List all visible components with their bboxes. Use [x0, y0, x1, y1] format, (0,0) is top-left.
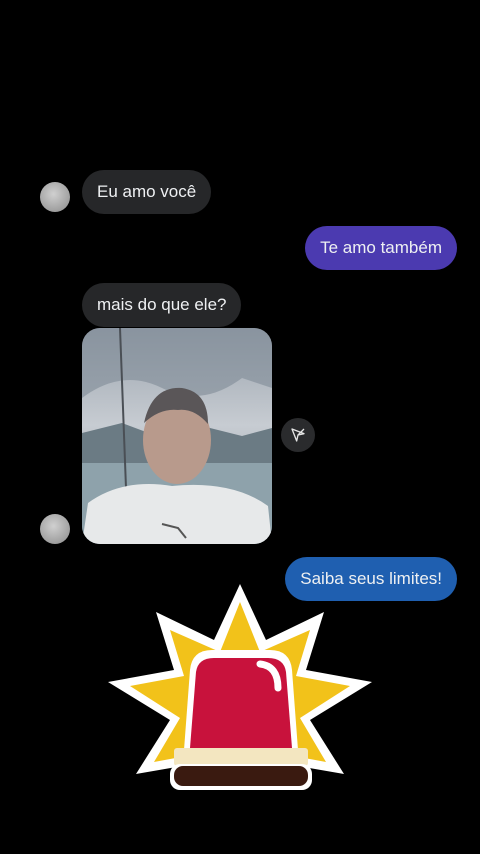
contact-avatar[interactable] [40, 514, 70, 544]
contact-avatar[interactable] [40, 182, 70, 212]
video-message[interactable] [82, 328, 272, 544]
siren-sticker[interactable] [100, 578, 380, 803]
chat-thread: Eu amo você Te amo também mais do que el… [0, 0, 480, 854]
share-button[interactable] [281, 418, 315, 452]
message-incoming-1[interactable]: Eu amo você [82, 170, 212, 214]
video-thumbnail [82, 328, 272, 544]
send-arrow-icon [291, 428, 305, 442]
siren-alarm-icon [108, 584, 372, 790]
message-incoming-2[interactable]: mais do que ele? [82, 283, 242, 327]
message-outgoing-1[interactable]: Te amo também [305, 226, 457, 270]
